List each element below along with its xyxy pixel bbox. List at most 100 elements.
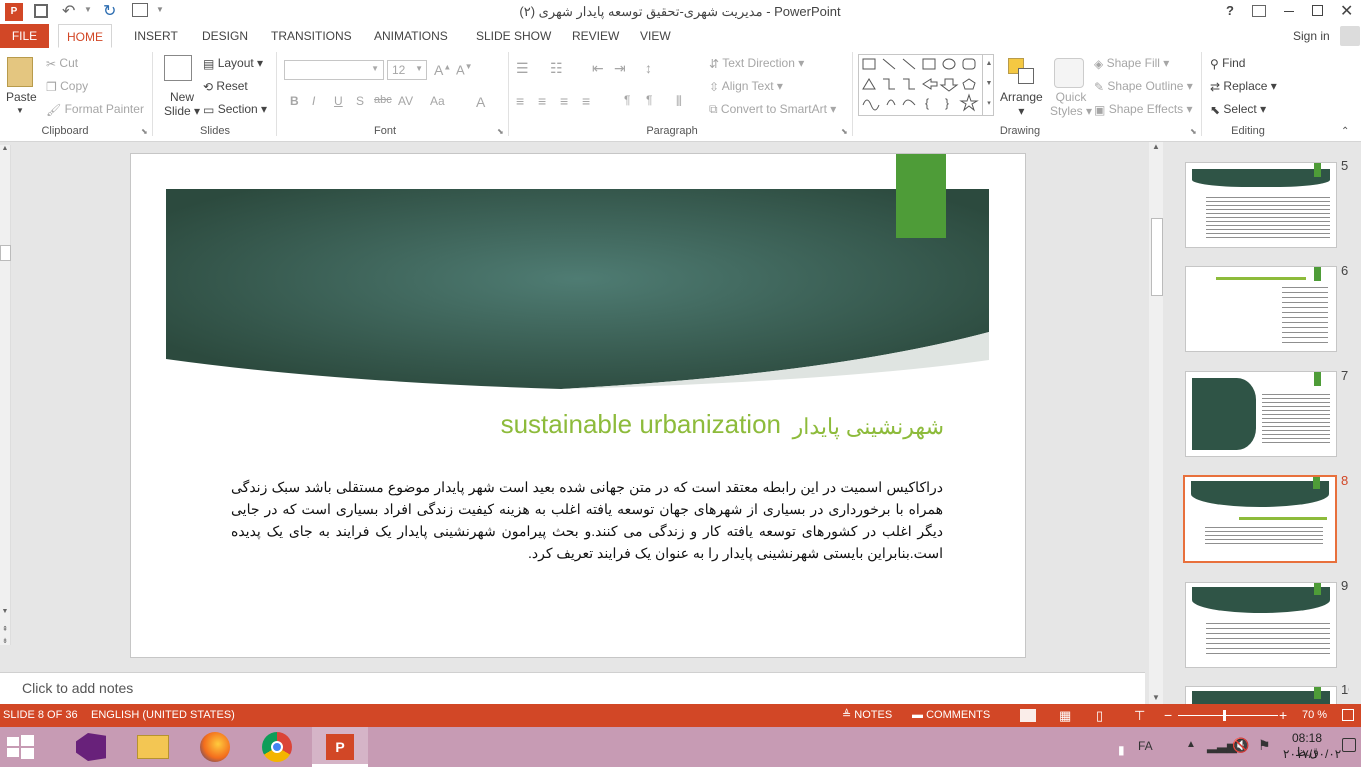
tab-transitions[interactable]: TRANSITIONS	[263, 24, 360, 48]
new-slide-icon[interactable]	[164, 55, 192, 81]
align-right-icon[interactable]: ≡	[560, 93, 568, 109]
decrease-font-icon[interactable]: A▼	[456, 62, 473, 77]
windows-start-icon[interactable]	[7, 735, 35, 759]
shapes-scroll[interactable]: ▲ ▼ ▾	[982, 54, 995, 116]
increase-indent-icon[interactable]: ⇥	[614, 60, 626, 77]
underline-button[interactable]: U	[334, 94, 343, 108]
slide-body-text[interactable]: دراکاکیس اسمیت در این رابطه معتقد است که…	[231, 476, 943, 564]
quick-styles-button[interactable]: Quick Styles ▾	[1050, 90, 1092, 118]
strikethrough-button[interactable]: abc	[374, 94, 392, 106]
slide-thumbnail-selected[interactable]	[1183, 475, 1337, 563]
tab-animations[interactable]: ANIMATIONS	[366, 24, 456, 48]
fit-slide-icon[interactable]	[1342, 709, 1354, 721]
clipboard-launcher-icon[interactable]: ⬊	[141, 127, 148, 136]
tab-insert[interactable]: INSERT	[126, 24, 186, 48]
notifications-icon[interactable]	[1342, 738, 1356, 752]
shape-outline-button[interactable]: ✎ Shape Outline ▾	[1094, 79, 1193, 94]
cut-button[interactable]: ✂ Cut	[46, 56, 78, 71]
line-spacing-icon[interactable]: ↕	[645, 60, 652, 76]
paste-icon[interactable]	[7, 57, 33, 87]
reset-button[interactable]: ⟲ Reset	[203, 79, 248, 94]
collapse-ribbon-icon[interactable]: ⌃	[1341, 126, 1349, 137]
undo-dropdown-icon[interactable]: ▼	[84, 5, 92, 14]
copy-button[interactable]: ❐ Copy	[46, 79, 88, 94]
zoom-slider[interactable]	[1178, 710, 1278, 721]
layout-button[interactable]: ▤ Layout ▾	[203, 56, 263, 71]
notes-pane[interactable]: Click to add notes	[0, 672, 1145, 705]
notes-toggle-button[interactable]: ≜ NOTES	[842, 704, 892, 727]
character-spacing-button[interactable]: AV	[398, 94, 413, 108]
align-text-button[interactable]: ⇳ Align Text ▾	[709, 79, 783, 94]
paste-dropdown-icon[interactable]: ▼	[16, 106, 24, 115]
rtl-icon[interactable]: ¶	[646, 93, 652, 107]
text-direction-button[interactable]: ⇵ Text Direction ▾	[709, 56, 804, 71]
zoom-level[interactable]: 70 %	[1302, 704, 1327, 727]
reading-view-icon[interactable]: ▯	[1096, 704, 1103, 727]
firefox-icon[interactable]	[200, 732, 230, 762]
redo-icon[interactable]: ↻	[103, 1, 116, 21]
italic-button[interactable]: I	[312, 94, 315, 108]
save-icon[interactable]	[34, 4, 48, 18]
ribbon-display-icon[interactable]	[1252, 5, 1266, 17]
sign-in-link[interactable]: Sign in	[1285, 24, 1338, 48]
shape-fill-button[interactable]: ◈ Shape Fill ▾	[1094, 56, 1169, 71]
help-icon[interactable]: ?	[1226, 3, 1234, 18]
slide-vertical-scrollbar[interactable]: ▲ ▼	[1149, 142, 1163, 704]
select-button[interactable]: ⬉ Select ▾	[1210, 102, 1266, 117]
new-slide-button[interactable]: New Slide ▾	[164, 90, 200, 118]
scroll-thumb[interactable]	[1151, 218, 1163, 296]
slide-thumbnail[interactable]	[1185, 686, 1337, 704]
language-indicator[interactable]: ENGLISH (UNITED STATES)	[91, 704, 235, 727]
font-size-select[interactable]: 12 ▼	[387, 60, 427, 80]
slide-title-fa[interactable]: شهرنشینی پایدار	[791, 414, 944, 440]
flag-icon[interactable]: ⚑	[1258, 737, 1271, 754]
tab-view[interactable]: VIEW	[632, 24, 679, 48]
restore-icon[interactable]	[1312, 5, 1323, 16]
bullets-icon[interactable]: ☰	[516, 60, 529, 77]
comments-toggle-button[interactable]: ▬ COMMENTS	[912, 704, 990, 727]
tab-slide-show[interactable]: SLIDE SHOW	[468, 24, 559, 48]
tab-review[interactable]: REVIEW	[564, 24, 627, 48]
paste-button[interactable]: Paste	[6, 90, 37, 104]
decrease-indent-icon[interactable]: ⇤	[592, 60, 604, 77]
ltr-icon[interactable]: ¶	[624, 93, 630, 107]
chrome-icon[interactable]	[262, 732, 292, 762]
format-painter-button[interactable]: 🖌 Format Painter	[46, 102, 144, 117]
slide-thumbnail[interactable]	[1185, 371, 1337, 457]
arrange-button[interactable]: Arrange ▾	[1000, 90, 1043, 118]
zoom-slider-thumb[interactable]	[1223, 710, 1226, 721]
shadow-button[interactable]: S	[356, 94, 364, 108]
presentation-icon[interactable]	[132, 3, 148, 17]
font-name-select[interactable]: ▼	[284, 60, 384, 80]
zoom-out-button[interactable]: −	[1164, 704, 1172, 727]
clock-date[interactable]: ۲۰۱۷/۱۰/۰۲	[1283, 747, 1341, 761]
minimize-icon[interactable]	[1284, 11, 1294, 12]
user-avatar-icon[interactable]	[1340, 26, 1360, 46]
convert-smartart-button[interactable]: ⧉ Convert to SmartArt ▾	[709, 102, 836, 117]
slide-canvas[interactable]: شهرنشینی پایدار sustainable urbanization…	[130, 153, 1026, 658]
slide-show-icon[interactable]: ⊤	[1134, 704, 1145, 727]
slide-thumbnail[interactable]	[1185, 266, 1337, 352]
normal-view-icon[interactable]	[1020, 709, 1036, 722]
tab-design[interactable]: DESIGN	[194, 24, 256, 48]
align-left-icon[interactable]: ≡	[516, 93, 524, 109]
drawing-launcher-icon[interactable]: ⬊	[1190, 127, 1197, 136]
customize-toolbar-icon[interactable]: ▼	[156, 5, 164, 14]
close-icon[interactable]: ✕	[1340, 1, 1353, 21]
change-case-button[interactable]: Aa	[430, 94, 445, 108]
show-desktop-icon[interactable]: ▮	[1118, 743, 1125, 757]
slide-title-en[interactable]: sustainable urbanization	[451, 409, 781, 440]
slide-area-scrollbar-left[interactable]: ▲ ▼ ⇞ ⇟	[0, 145, 11, 645]
tab-file[interactable]: FILE	[0, 24, 49, 48]
zoom-in-button[interactable]: +	[1279, 704, 1287, 727]
find-button[interactable]: ⚲ Find	[1210, 56, 1245, 71]
columns-icon[interactable]: ⫴	[676, 93, 682, 110]
numbering-icon[interactable]: ☷	[550, 60, 563, 77]
arrange-icon[interactable]	[1008, 58, 1034, 84]
slide-thumbnail[interactable]	[1185, 582, 1337, 668]
align-center-icon[interactable]: ≡	[538, 93, 546, 109]
shapes-gallery[interactable]: { }	[858, 54, 994, 116]
bold-button[interactable]: B	[290, 94, 299, 108]
quick-styles-icon[interactable]	[1054, 58, 1084, 88]
font-launcher-icon[interactable]: ⬊	[497, 127, 504, 136]
